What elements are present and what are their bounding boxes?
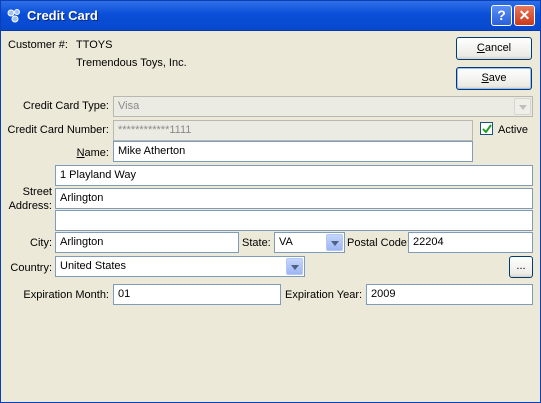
credit-card-dialog: Credit Card ? ✕ Customer #: TTOYS Tremen… <box>0 0 541 403</box>
postal-code-input[interactable]: 22204 <box>408 232 533 253</box>
cancel-button[interactable]: Cancel <box>456 37 532 60</box>
street-label-line2: Address: <box>8 200 52 212</box>
name-label-rest: ame: <box>84 147 109 159</box>
city-label: City: <box>30 237 52 249</box>
cancel-label-rest: ancel <box>484 42 512 54</box>
cc-number-field: ************1111 <box>113 120 473 141</box>
name-accel: N <box>76 147 85 159</box>
cc-type-select: Visa <box>113 96 533 117</box>
state-label: State: <box>242 237 271 249</box>
cancel-accel: C <box>476 42 485 54</box>
expiration-month-label: Expiration Month: <box>23 289 109 301</box>
name-input[interactable]: Mike Atherton <box>113 141 473 162</box>
save-accel: S <box>481 72 489 84</box>
help-button[interactable]: ? <box>491 5 512 26</box>
state-value: VA <box>279 236 293 248</box>
cc-number-label: Credit Card Number: <box>7 124 109 136</box>
expiration-year-label: Expiration Year: <box>285 289 363 301</box>
street-label-line1: Street <box>22 186 52 198</box>
app-icon <box>7 9 20 23</box>
customer-name-value: Tremendous Toys, Inc. <box>76 57 187 69</box>
city-input[interactable]: Arlington <box>55 232 239 253</box>
cc-type-label: Credit Card Type: <box>22 100 109 112</box>
state-select[interactable]: VA <box>274 232 345 253</box>
customer-number-label: Customer #: <box>8 39 68 51</box>
street-line3-input[interactable] <box>55 210 533 231</box>
customer-number-value: TTOYS <box>76 39 113 51</box>
postal-code-label: Postal Code: <box>347 237 410 249</box>
save-button[interactable]: Save <box>456 67 532 90</box>
country-value: United States <box>60 260 127 272</box>
close-button[interactable]: ✕ <box>514 5 535 26</box>
more-options-button[interactable]: ... <box>509 256 533 278</box>
expiration-month-input[interactable]: 01 <box>113 284 281 305</box>
street-line2-input[interactable]: Arlington <box>55 188 533 209</box>
street-line1-input[interactable]: 1 Playland Way <box>55 165 533 186</box>
expiration-year-input[interactable]: 2009 <box>366 284 533 305</box>
cc-type-dropdown-icon <box>514 98 531 115</box>
title-bar[interactable]: Credit Card ? ✕ <box>1 1 540 31</box>
checkmark-icon <box>482 124 492 134</box>
save-label-rest: ave <box>488 72 507 84</box>
cc-type-value: Visa <box>118 100 140 112</box>
country-label: Country: <box>10 262 52 274</box>
name-label: Name: <box>61 147 109 159</box>
country-select[interactable]: United States <box>55 256 305 277</box>
window-title: Credit Card <box>27 8 98 23</box>
country-dropdown-icon[interactable] <box>286 258 303 275</box>
state-dropdown-icon[interactable] <box>326 234 343 251</box>
active-checkbox[interactable] <box>480 122 493 135</box>
active-label: Active <box>498 124 528 136</box>
